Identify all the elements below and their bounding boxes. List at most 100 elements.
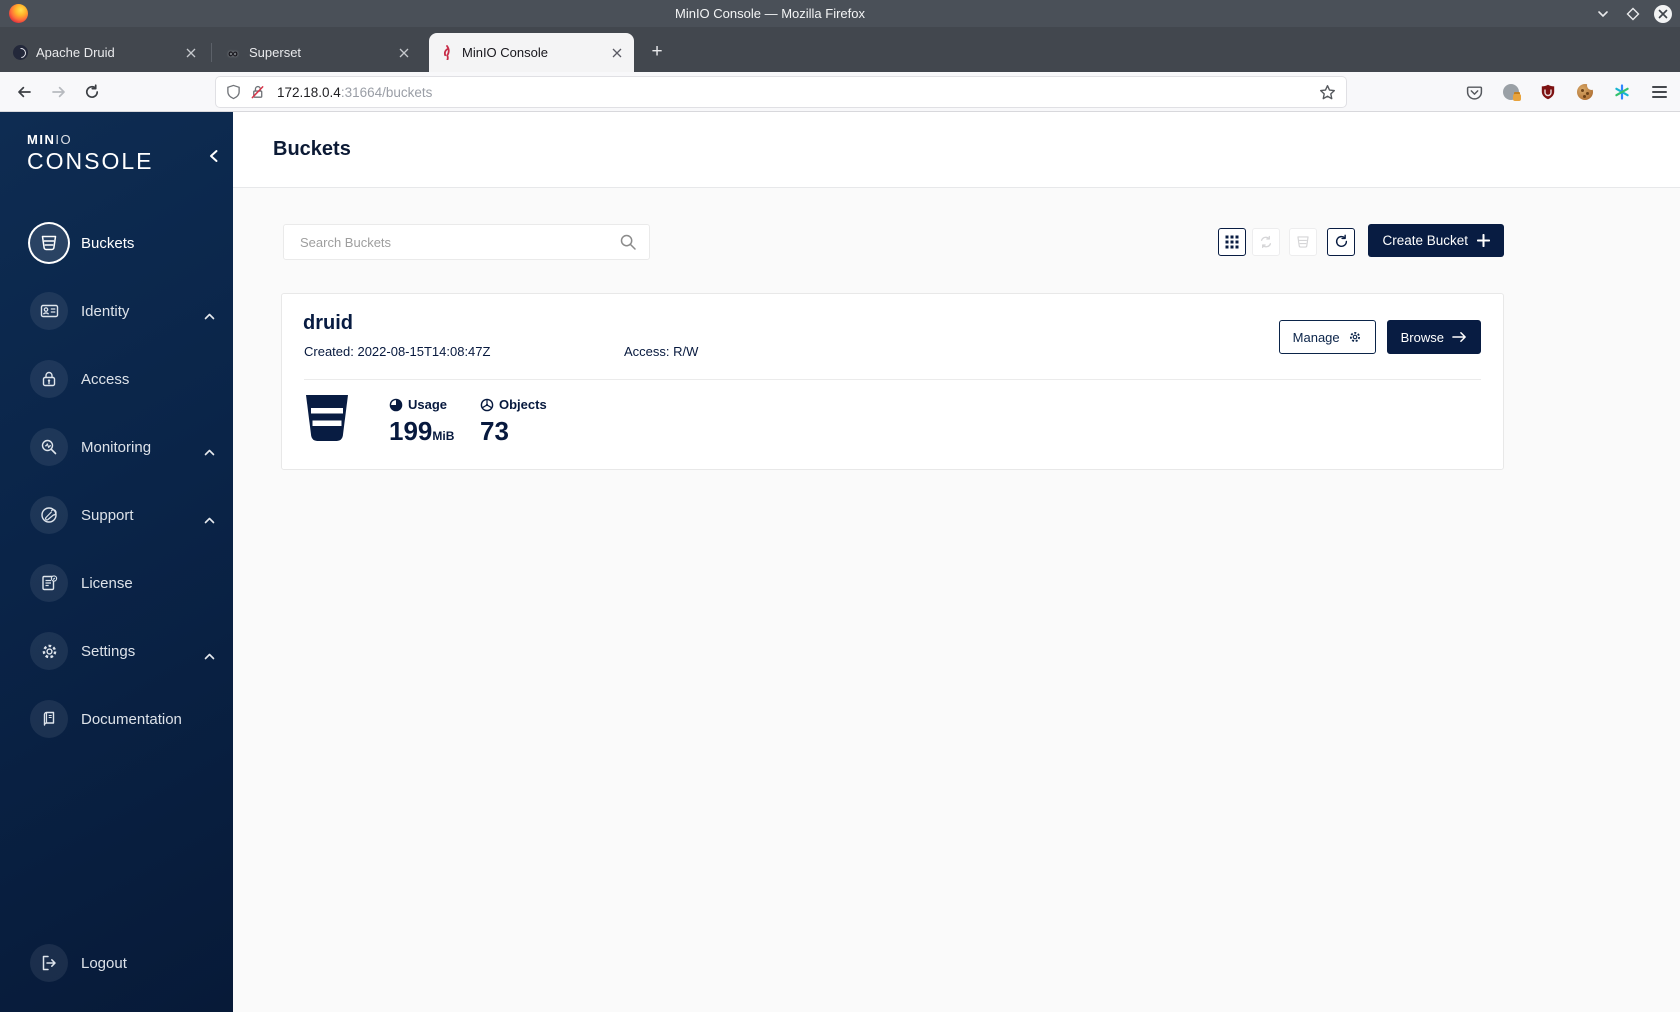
tab-bar: Apache Druid ∞ Superset MinIO Console + <box>0 27 1680 72</box>
chevron-up-icon[interactable] <box>204 511 215 529</box>
back-button[interactable] <box>10 78 38 106</box>
sidebar-item-label: Settings <box>81 642 136 660</box>
sidebar-item-access[interactable]: Access <box>0 355 233 403</box>
usage-value: 199MiB <box>389 418 454 444</box>
bucket-card: druid Created: 2022-08-15T14:08:47Z Acce… <box>281 293 1504 470</box>
toolbar-extensions <box>1465 72 1668 112</box>
url-path: :31664/buckets <box>340 84 433 100</box>
sidebar-item-label: Support <box>81 506 134 524</box>
grid-view-button[interactable] <box>1218 227 1247 256</box>
cookie-extension-icon[interactable] <box>1576 81 1596 101</box>
brand-io: IO <box>55 132 73 147</box>
multi-select-button[interactable] <box>1252 227 1281 256</box>
sidebar-item-documentation[interactable]: Documentation <box>0 695 233 743</box>
lock-insecure-icon[interactable] <box>250 84 265 100</box>
usage-label: Usage <box>408 397 448 412</box>
shield-icon[interactable] <box>226 84 241 100</box>
apache-druid-favicon-icon <box>12 45 28 61</box>
chevron-up-icon[interactable] <box>204 307 215 325</box>
forward-button[interactable] <box>45 78 73 106</box>
bucket-large-icon <box>303 393 351 448</box>
tab-close-icon[interactable] <box>183 45 199 61</box>
objects-segments-icon <box>480 398 494 412</box>
tab-label: Superset <box>249 45 302 60</box>
sidebar-item-monitoring[interactable]: Monitoring <box>0 423 233 471</box>
license-icon <box>30 564 68 602</box>
bookmark-star-icon[interactable] <box>1319 84 1336 101</box>
privacy-extension-icon[interactable] <box>1502 83 1521 101</box>
window-title: MinIO Console — Mozilla Firefox <box>675 6 865 21</box>
sidebar-item-support[interactable]: Support <box>0 491 233 539</box>
usage-pie-icon <box>389 398 403 412</box>
firefox-window: MinIO Console — Mozilla Firefox Apache D… <box>0 0 1680 1012</box>
identity-icon <box>30 292 68 330</box>
pocket-icon[interactable] <box>1465 83 1483 101</box>
menu-hamburger-icon[interactable] <box>1650 83 1668 101</box>
refresh-button[interactable] <box>1327 227 1356 256</box>
window-close-icon[interactable] <box>1654 4 1672 23</box>
create-bucket-button[interactable]: Create Bucket <box>1368 224 1504 257</box>
bucket-card-buttons: Manage Browse <box>1278 320 1481 354</box>
chevron-up-icon[interactable] <box>204 647 215 665</box>
sidebar-item-logout[interactable]: Logout <box>0 939 233 987</box>
objects-label-row: Objects <box>480 397 547 412</box>
sidebar-menu: Buckets Identity Access Monitoring Suppo… <box>0 219 233 743</box>
sidebar-item-identity[interactable]: Identity <box>0 287 233 335</box>
url-host: 172.18.0.4 <box>277 84 341 100</box>
usage-label-row: Usage <box>389 397 454 412</box>
container-asterisk-icon[interactable] <box>1613 83 1631 101</box>
documentation-icon <box>30 700 68 738</box>
main-content: Buckets Search Buckets Create Bucket dru… <box>233 112 1680 1012</box>
chevron-up-icon[interactable] <box>204 443 215 461</box>
window-titlebar: MinIO Console — Mozilla Firefox <box>0 0 1680 27</box>
url-bar[interactable]: 172.18.0.4:31664/buckets <box>216 77 1346 107</box>
tab-apache-druid[interactable]: Apache Druid <box>3 33 208 72</box>
minio-favicon-icon <box>438 45 454 61</box>
sidebar-item-label: Identity <box>81 302 130 320</box>
tab-superset[interactable]: ∞ Superset <box>211 33 421 72</box>
reload-button[interactable] <box>78 78 106 106</box>
search-input[interactable] <box>300 234 619 250</box>
tab-minio-console[interactable]: MinIO Console <box>429 33 634 72</box>
manage-button[interactable]: Manage <box>1278 320 1376 354</box>
brand-min: MIN <box>27 132 56 147</box>
bucket-name-link[interactable]: druid <box>303 312 353 335</box>
sidebar-item-label: Buckets <box>81 234 135 252</box>
ublock-origin-icon[interactable] <box>1539 83 1557 101</box>
gear-icon <box>30 632 68 670</box>
browse-button[interactable]: Browse <box>1386 320 1481 354</box>
support-icon <box>30 496 68 534</box>
access-icon <box>30 360 68 398</box>
sidebar-item-label: Logout <box>81 954 127 972</box>
tab-close-icon[interactable] <box>396 45 412 61</box>
objects-value: 73 <box>480 416 509 446</box>
sidebar-item-label: Access <box>81 370 130 388</box>
sidebar-item-label: Monitoring <box>81 438 152 456</box>
sidebar-item-license[interactable]: License <box>0 559 233 607</box>
card-divider <box>304 379 1481 380</box>
sidebar-item-buckets[interactable]: Buckets <box>0 219 233 267</box>
window-minimize-icon[interactable] <box>1594 5 1612 23</box>
brand-console: CONSOLE <box>27 148 154 174</box>
usage-number: 199 <box>389 416 433 446</box>
page-body: Create Bucket druid Created: 2022-08-15T… <box>233 188 1680 1012</box>
buckets-icon <box>30 224 68 262</box>
monitoring-icon <box>30 428 68 466</box>
tab-close-icon[interactable] <box>609 45 625 61</box>
sidebar-collapse-icon[interactable] <box>205 148 221 164</box>
arrow-right-icon <box>1452 331 1467 343</box>
logout-icon <box>30 944 68 982</box>
bucket-access-label: Access: R/W <box>624 344 699 359</box>
objects-metric: Objects 73 <box>480 397 547 444</box>
bucket-created-label: Created: 2022-08-15T14:08:47Z <box>304 344 491 359</box>
sidebar-item-settings[interactable]: Settings <box>0 627 233 675</box>
usage-unit: MiB <box>432 429 455 443</box>
sidebar-item-label: License <box>81 574 133 592</box>
plus-icon <box>1477 234 1490 247</box>
page-title: Buckets <box>273 138 351 160</box>
delete-buckets-button[interactable] <box>1289 227 1318 256</box>
page-header: Buckets <box>233 112 1680 188</box>
window-maximize-icon[interactable] <box>1624 5 1642 23</box>
url-text[interactable]: 172.18.0.4:31664/buckets <box>277 85 432 100</box>
new-tab-button[interactable]: + <box>642 37 672 67</box>
